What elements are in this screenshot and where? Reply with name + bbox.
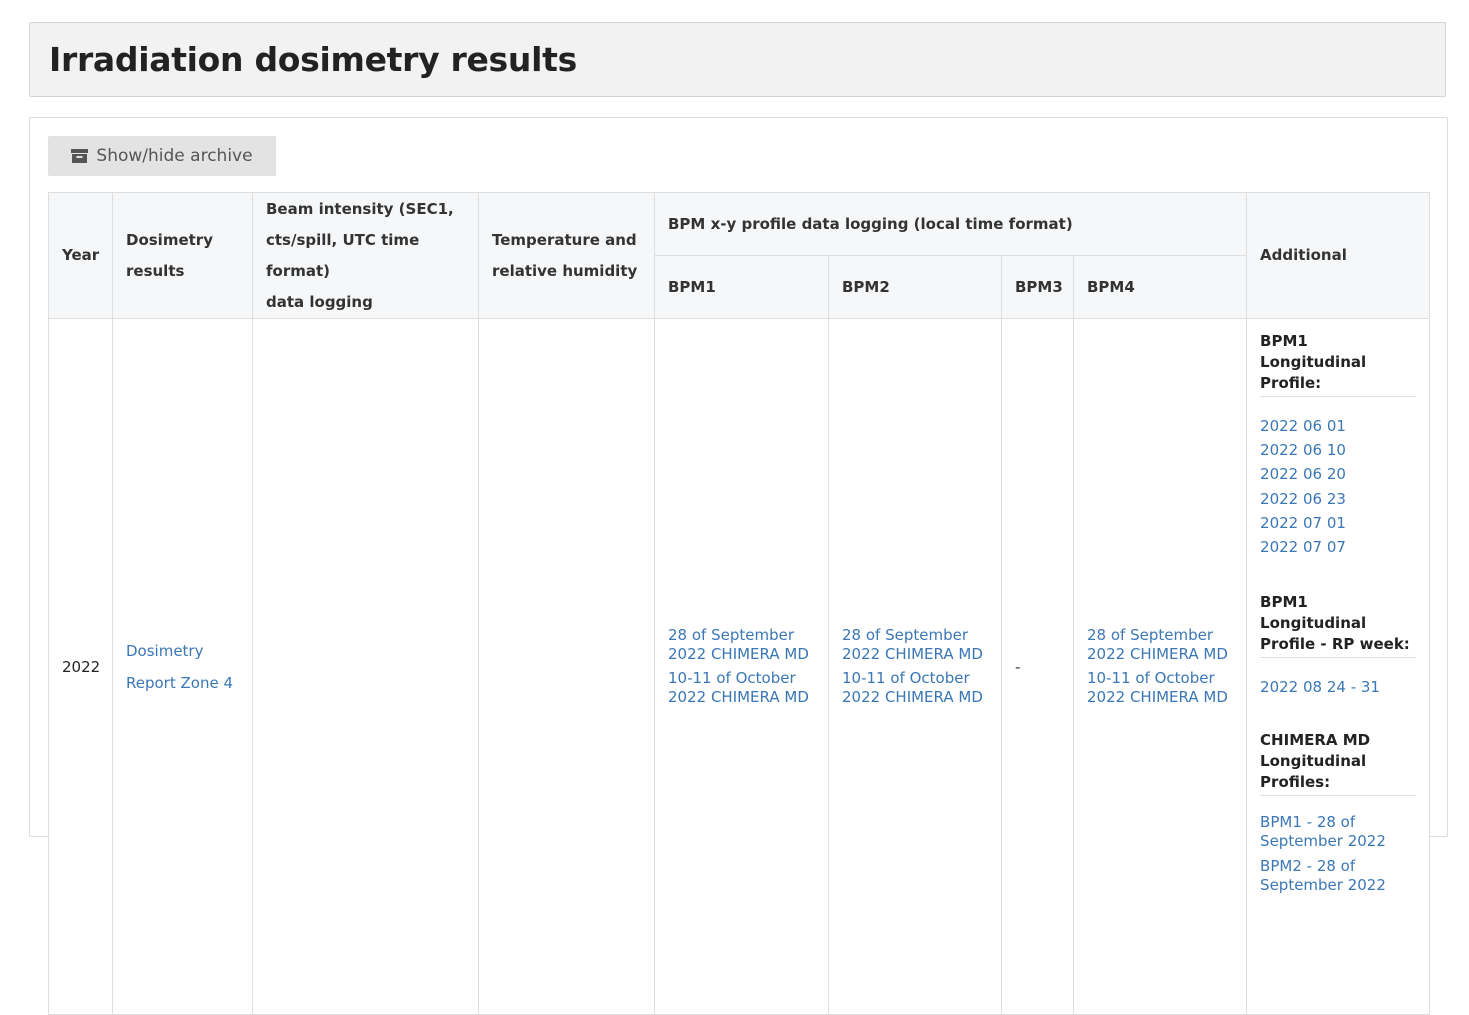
bpm2-link-oct[interactable]: 10-11 of October 2022 CHIMERA MD xyxy=(842,669,1001,707)
rp-week-link[interactable]: 2022 08 24 - 31 xyxy=(1260,675,1416,699)
bpm3-cell: - xyxy=(1001,318,1074,1015)
additional-cell: BPM1 Longitudinal Profile: 2022 06 01 20… xyxy=(1246,318,1431,1015)
show-hide-archive-button[interactable]: Show/hide archive xyxy=(48,136,276,176)
header-beam-intensity: Beam intensity (SEC1, cts/spill, UTC time… xyxy=(252,192,479,319)
beam-intensity-cell xyxy=(252,318,479,1015)
bpm1-longitudinal-heading: BPM1 Longitudinal Profile: xyxy=(1260,331,1417,397)
bpm4-link-oct[interactable]: 10-11 of October 2022 CHIMERA MD xyxy=(1087,669,1246,707)
header-bpm4: BPM4 xyxy=(1072,255,1248,319)
chimera-md-heading: CHIMERA MD Longitudinal Profiles: xyxy=(1260,730,1417,797)
bpm2-cell: 28 of September 2022 CHIMERA MD 10-11 of… xyxy=(828,318,1002,1015)
header-dosimetry: Dosimetry results xyxy=(112,192,253,319)
header-additional: Additional xyxy=(1246,192,1431,319)
chimera-md-link[interactable]: BPM2 - 28 of September 2022 xyxy=(1260,857,1416,895)
bpm1-cell: 28 of September 2022 CHIMERA MD 10-11 of… xyxy=(654,318,829,1015)
rp-week-list: 2022 08 24 - 31 xyxy=(1260,675,1416,699)
rp-week-heading: BPM1 Longitudinal Profile - RP week: xyxy=(1260,592,1417,659)
longitudinal-link[interactable]: 2022 07 07 xyxy=(1260,535,1416,559)
bpm1-link-oct[interactable]: 10-11 of October 2022 CHIMERA MD xyxy=(668,669,828,707)
longitudinal-link[interactable]: 2022 06 23 xyxy=(1260,487,1416,511)
header-bpm-group: BPM x-y profile data logging (local time… xyxy=(653,192,1248,256)
bpm1-link-sept[interactable]: 28 of September 2022 CHIMERA MD xyxy=(668,626,828,664)
temperature-cell xyxy=(478,318,655,1015)
bpm4-cell: 28 of September 2022 CHIMERA MD 10-11 of… xyxy=(1072,318,1248,1015)
bpm1-longitudinal-list: 2022 06 01 2022 06 10 2022 06 20 2022 06… xyxy=(1260,414,1416,559)
bpm2-link-sept[interactable]: 28 of September 2022 CHIMERA MD xyxy=(842,626,1001,664)
archive-button-label: Show/hide archive xyxy=(96,146,253,166)
bpm4-link-sept[interactable]: 28 of September 2022 CHIMERA MD xyxy=(1087,626,1246,664)
header-temperature: Temperature and relative humidity xyxy=(478,192,655,319)
header-bpm3: BPM3 xyxy=(1001,255,1074,319)
header-bpm1: BPM1 xyxy=(654,255,829,319)
header-bpm2: BPM2 xyxy=(828,255,1002,319)
longitudinal-link[interactable]: 2022 06 20 xyxy=(1260,462,1416,486)
year-cell: 2022 xyxy=(48,318,113,1015)
header-year: Year xyxy=(48,192,113,319)
table-row: 2022 Dosimetry Report Zone 4 28 of Septem… xyxy=(48,318,1431,1015)
dosimetry-report-link[interactable]: Dosimetry Report Zone 4 xyxy=(126,642,233,692)
page-title-panel: Irradiation dosimetry results xyxy=(29,22,1446,97)
page-title: Irradiation dosimetry results xyxy=(49,40,577,79)
longitudinal-link[interactable]: 2022 06 10 xyxy=(1260,438,1416,462)
archive-icon xyxy=(71,148,89,164)
chimera-md-link[interactable]: BPM1 - 28 of September 2022 xyxy=(1260,813,1416,851)
longitudinal-link[interactable]: 2022 07 01 xyxy=(1260,511,1416,535)
dosimetry-cell: Dosimetry Report Zone 4 xyxy=(112,318,253,1015)
longitudinal-link[interactable]: 2022 06 01 xyxy=(1260,414,1416,438)
chimera-md-list: BPM1 - 28 of September 2022 BPM2 - 28 of… xyxy=(1260,813,1416,895)
dosimetry-results-table: Year Dosimetry results Beam intensity (SE… xyxy=(48,192,1431,1015)
